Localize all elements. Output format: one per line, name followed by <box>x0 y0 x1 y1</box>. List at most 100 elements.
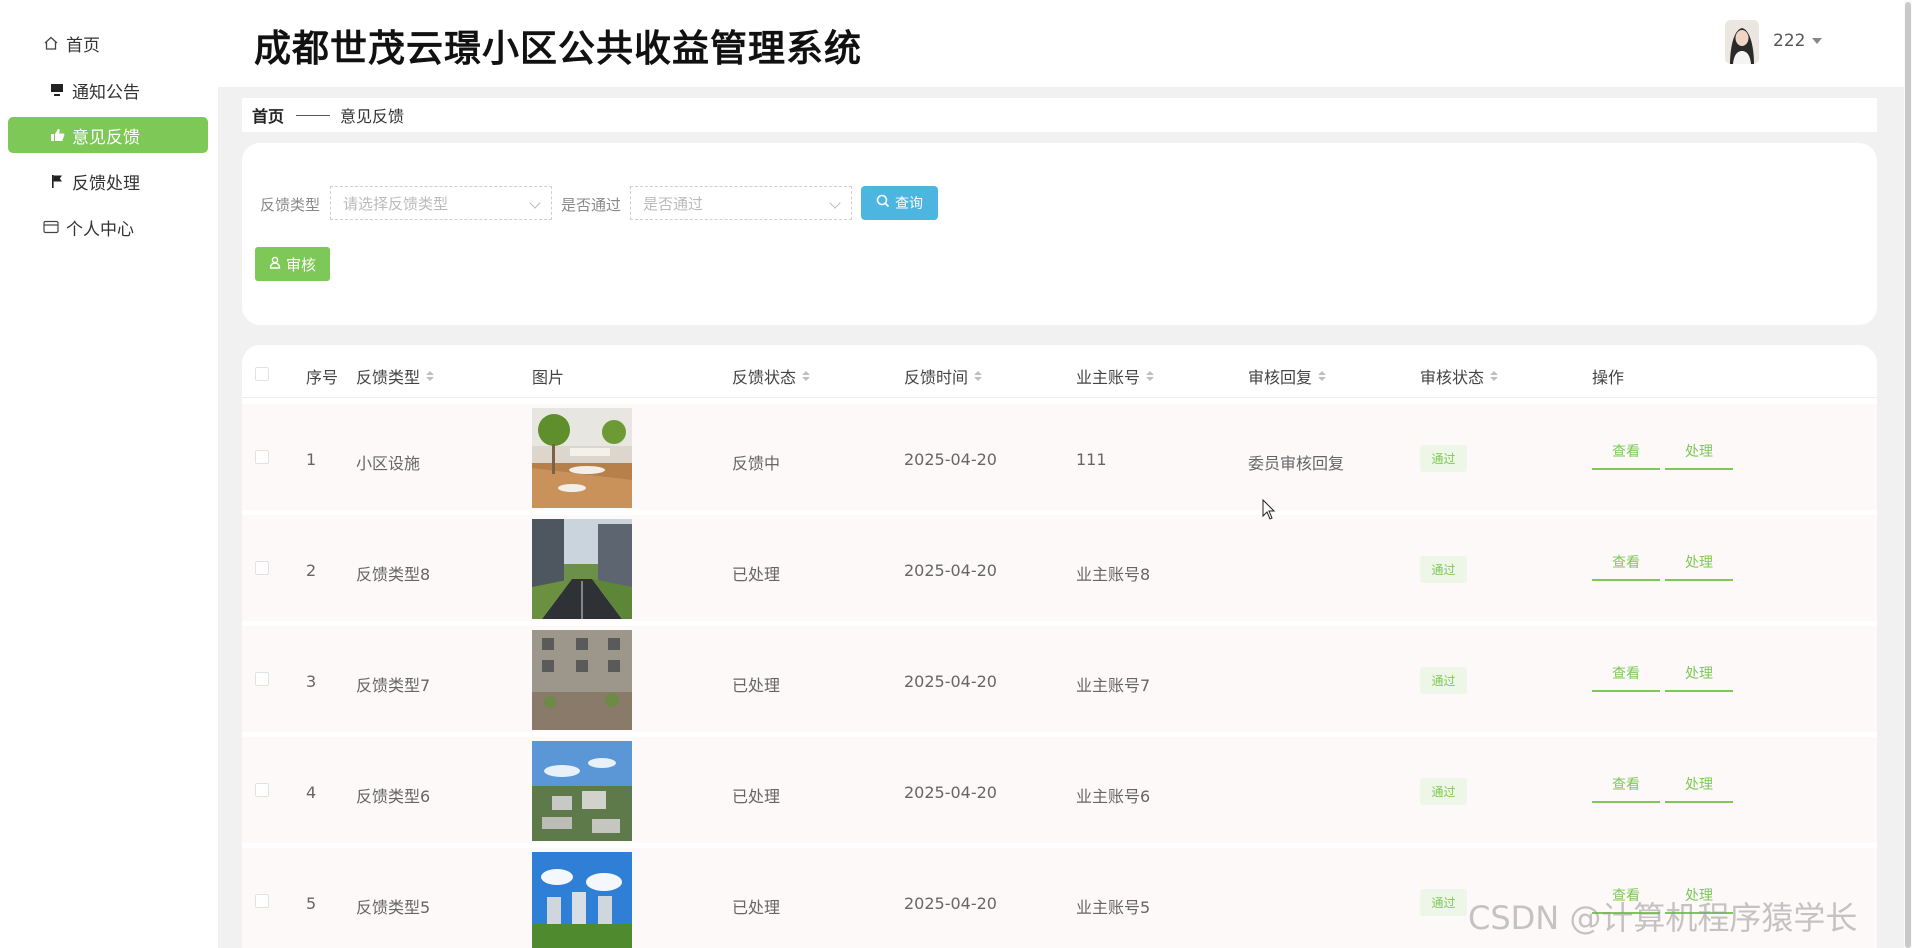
audit-button-label: 审核 <box>285 255 316 274</box>
status-badge: 通过 <box>1420 556 1467 583</box>
sidebar-item-label: 个人中心 <box>66 219 134 240</box>
view-button[interactable]: 查看 <box>1592 664 1660 692</box>
card-icon <box>40 220 62 234</box>
cell-time: 2025-04-20 <box>904 450 997 469</box>
query-button[interactable]: 查询 <box>861 186 938 220</box>
row-checkbox[interactable] <box>255 672 269 686</box>
row-checkbox[interactable] <box>255 450 269 464</box>
sidebar-item-label: 反馈处理 <box>72 173 140 194</box>
sort-icon <box>974 371 983 381</box>
sidebar-item-handling[interactable]: 反馈处理 <box>8 163 208 199</box>
audit-button[interactable]: 审核 <box>255 247 330 281</box>
feedback-image[interactable] <box>532 741 632 841</box>
sidebar-item-notice[interactable]: 通知公告 <box>8 72 208 108</box>
type-select-placeholder: 请选择反馈类型 <box>343 194 449 213</box>
cell-status: 已处理 <box>732 676 781 695</box>
cell-time: 2025-04-20 <box>904 561 997 580</box>
column-image: 图片 <box>532 368 565 387</box>
sidebar: 首页 通知公告 意见反馈 反馈处理 个人中心 <box>0 0 218 948</box>
status-badge: 通过 <box>1420 778 1467 805</box>
handle-button[interactable]: 处理 <box>1665 664 1733 692</box>
handle-button[interactable]: 处理 <box>1665 442 1733 470</box>
handle-button[interactable]: 处理 <box>1665 775 1733 803</box>
sort-icon <box>1490 371 1499 381</box>
feedback-icon <box>46 128 68 142</box>
table-row: 4 反馈类型6 已处理 2025-04-20 业主账号6 通过 查看 处理 <box>242 737 1877 843</box>
cell-index: 5 <box>306 894 317 913</box>
cell-type: 反馈类型6 <box>356 787 431 806</box>
row-checkbox[interactable] <box>255 783 269 797</box>
feedback-table: 序号 反馈类型 图片 反馈状态 反馈时间 业主账号 审核回复 审核状态 操作 1… <box>242 345 1877 948</box>
page-scrollbar[interactable] <box>1904 0 1912 948</box>
chevron-down-icon <box>529 197 541 209</box>
cell-index: 4 <box>306 783 317 802</box>
column-index: 序号 <box>306 368 339 387</box>
view-button[interactable]: 查看 <box>1592 553 1660 581</box>
pass-select-placeholder: 是否通过 <box>643 194 704 213</box>
mouse-cursor-icon <box>1262 498 1276 525</box>
cell-index: 2 <box>306 561 317 580</box>
search-icon <box>876 194 890 212</box>
column-time[interactable]: 反馈时间 <box>904 364 983 388</box>
column-actions: 操作 <box>1592 368 1625 387</box>
sidebar-item-label: 通知公告 <box>72 82 140 103</box>
cell-type: 反馈类型8 <box>356 565 431 584</box>
table-row: 2 反馈类型8 已处理 2025-04-20 业主账号8 通过 查看 处理 <box>242 515 1877 621</box>
cell-account: 业主账号7 <box>1076 676 1151 695</box>
cell-time: 2025-04-20 <box>904 783 997 802</box>
pass-select[interactable]: 是否通过 <box>630 186 852 220</box>
cell-status: 已处理 <box>732 787 781 806</box>
cell-account: 111 <box>1076 450 1107 469</box>
handle-button[interactable]: 处理 <box>1665 553 1733 581</box>
feedback-image[interactable] <box>532 519 632 619</box>
cell-time: 2025-04-20 <box>904 894 997 913</box>
view-button[interactable]: 查看 <box>1592 442 1660 470</box>
scrollbar-thumb[interactable] <box>1905 2 1911 948</box>
sidebar-item-feedback[interactable]: 意见反馈 <box>8 117 208 153</box>
cell-status: 反馈中 <box>732 454 781 473</box>
flag-icon <box>46 174 68 189</box>
column-type[interactable]: 反馈类型 <box>356 364 435 388</box>
breadcrumb-home[interactable]: 首页 <box>252 103 284 127</box>
cell-account: 业主账号8 <box>1076 565 1151 584</box>
cell-account: 业主账号5 <box>1076 898 1151 917</box>
status-badge: 通过 <box>1420 889 1467 916</box>
filter-panel: 反馈类型 请选择反馈类型 是否通过 是否通过 查询 审核 <box>242 143 1877 325</box>
sort-icon <box>426 371 435 381</box>
sidebar-item-home[interactable]: 首页 <box>8 25 208 61</box>
chevron-down-icon[interactable] <box>1812 38 1822 44</box>
row-checkbox[interactable] <box>255 894 269 908</box>
query-button-label: 查询 <box>895 196 923 212</box>
top-header: 成都世茂云璟小区公共收益管理系统 222 <box>218 0 1912 87</box>
sidebar-item-label: 首页 <box>66 35 100 56</box>
breadcrumb-separator <box>296 114 331 116</box>
breadcrumb: 首页 意见反馈 <box>242 98 1877 132</box>
chevron-down-icon <box>829 197 841 209</box>
table-header: 序号 反馈类型 图片 反馈状态 反馈时间 业主账号 审核回复 审核状态 操作 <box>242 345 1877 398</box>
feedback-image[interactable] <box>532 408 632 508</box>
type-filter-label: 反馈类型 <box>260 196 321 214</box>
cell-index: 1 <box>306 450 317 469</box>
select-all-checkbox[interactable] <box>255 367 269 381</box>
cell-status: 已处理 <box>732 565 781 584</box>
column-audit-status[interactable]: 审核状态 <box>1420 364 1499 388</box>
cell-account: 业主账号6 <box>1076 787 1151 806</box>
cell-type: 反馈类型7 <box>356 676 431 695</box>
feedback-image[interactable] <box>532 630 632 730</box>
home-icon <box>40 35 62 51</box>
column-status[interactable]: 反馈状态 <box>732 364 811 388</box>
cell-type: 小区设施 <box>356 454 421 473</box>
column-account[interactable]: 业主账号 <box>1076 364 1155 388</box>
type-select[interactable]: 请选择反馈类型 <box>330 186 552 220</box>
column-reply[interactable]: 审核回复 <box>1248 364 1327 388</box>
table-row: 3 反馈类型7 已处理 2025-04-20 业主账号7 通过 查看 处理 <box>242 626 1877 732</box>
sidebar-item-profile[interactable]: 个人中心 <box>8 209 208 245</box>
user-name[interactable]: 222 <box>1773 31 1805 51</box>
breadcrumb-current: 意见反馈 <box>340 107 405 126</box>
avatar[interactable] <box>1725 20 1759 64</box>
sort-icon <box>1318 371 1327 381</box>
sort-icon <box>802 371 811 381</box>
row-checkbox[interactable] <box>255 561 269 575</box>
view-button[interactable]: 查看 <box>1592 775 1660 803</box>
feedback-image[interactable] <box>532 852 632 948</box>
